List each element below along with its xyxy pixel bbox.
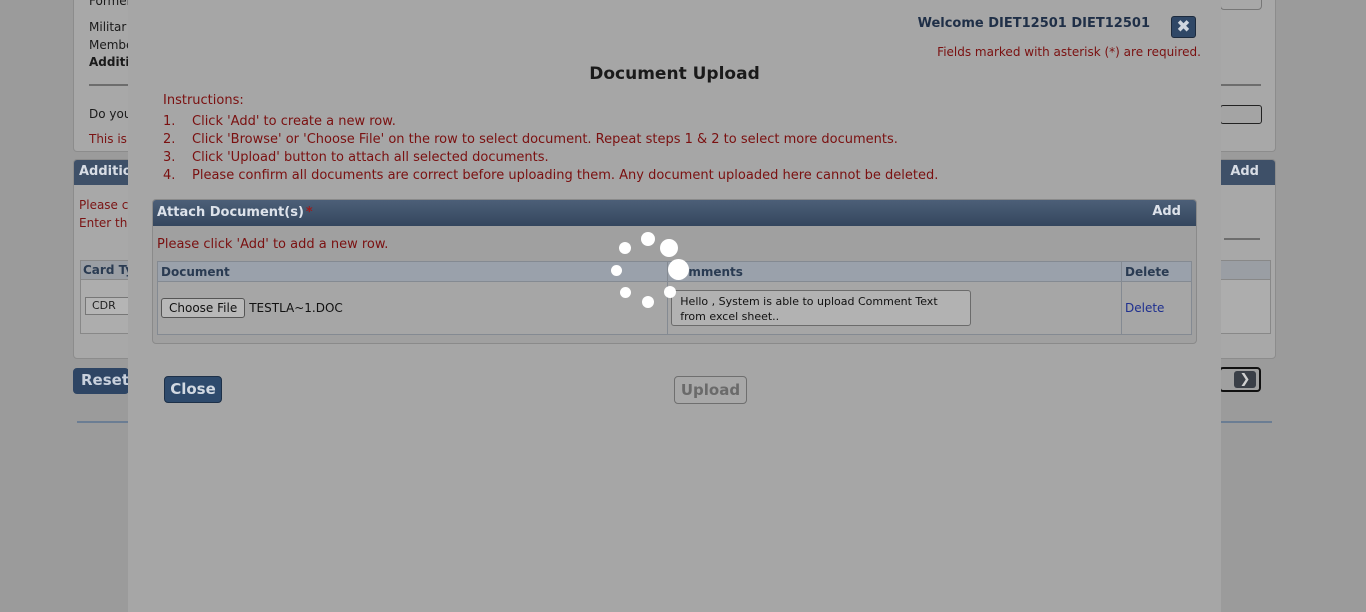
attach-documents-panel: Attach Document(s) * Add Please click 'Ad…	[152, 199, 1197, 344]
instruction-text: Click 'Upload' button to attach all sele…	[192, 150, 549, 165]
background-question: Do you	[89, 107, 132, 121]
background-dropdown	[1220, 0, 1262, 10]
instruction-number: 4.	[163, 168, 176, 183]
attach-documents-title: Attach Document(s) *	[157, 205, 313, 220]
attach-hint: Please click 'Add' to add a new row.	[157, 237, 389, 252]
background-next-nav: ❯	[1219, 367, 1261, 392]
modal-title: Document Upload	[589, 64, 760, 84]
table-row: Choose File TESTLA~1.DOC Hello , System i…	[156, 281, 1192, 335]
table-header-row: Document Comments Delete	[156, 261, 1192, 282]
page-scrollbar[interactable]	[1352, 0, 1366, 612]
column-delete: Delete	[1121, 261, 1192, 282]
background-line-additional: Additi	[89, 55, 130, 69]
upload-button[interactable]: Upload	[674, 376, 747, 404]
instruction-item: 1. Click 'Add' to create a new row.	[163, 114, 938, 132]
instruction-text: Click 'Add' to create a new row.	[192, 114, 396, 129]
comment-textarea[interactable]: Hello , System is able to upload Comment…	[671, 290, 972, 326]
column-comments: Comments	[667, 261, 1123, 282]
welcome-text: Welcome DIET12501 DIET12501	[917, 16, 1150, 31]
instruction-number: 2.	[163, 132, 176, 147]
choose-file-button[interactable]: Choose File	[161, 298, 246, 318]
background-input	[1220, 105, 1262, 124]
instruction-item: 2. Click 'Browse' or 'Choose File' on the…	[163, 132, 938, 150]
background-line-former: Former	[89, 0, 132, 8]
delete-cell: Delete	[1121, 281, 1192, 335]
close-icon[interactable]: ✖	[1171, 16, 1196, 38]
add-row-button[interactable]: Add	[1152, 204, 1181, 219]
delete-row-link[interactable]: Delete	[1125, 301, 1164, 315]
instruction-number: 1.	[163, 114, 176, 129]
document-cell: Choose File TESTLA~1.DOC	[156, 281, 669, 335]
background-hint-1: Please c	[79, 198, 129, 212]
column-document: Document	[156, 261, 669, 282]
close-button[interactable]: Close	[164, 376, 222, 403]
background-notice: This is	[89, 132, 127, 146]
instruction-number: 3.	[163, 150, 176, 165]
instructions-list: 1. Click 'Add' to create a new row. 2. Cli…	[163, 114, 938, 186]
selected-file-name: TESTLA~1.DOC	[249, 301, 343, 315]
background-line-military: Militar	[89, 20, 127, 34]
instruction-text: Please confirm all documents are correct…	[192, 168, 939, 183]
background-section-title: Additio	[79, 164, 132, 179]
required-asterisk: *	[305, 205, 313, 220]
background-reset-button: Reset	[73, 368, 129, 394]
chevron-right-icon: ❯	[1234, 371, 1256, 388]
instruction-item: 3. Click 'Upload' button to attach all se…	[163, 150, 938, 168]
background-table-header-text: Card Ty	[83, 263, 134, 277]
attach-title-text: Attach Document(s)	[157, 205, 304, 220]
instructions-label: Instructions:	[163, 93, 244, 108]
attachments-table: Document Comments Delete Choose File TEST…	[156, 261, 1192, 335]
document-upload-modal: Welcome DIET12501 DIET12501 ✖ Fields mar…	[128, 0, 1221, 612]
required-fields-note: Fields marked with asterisk (*) are requ…	[937, 45, 1201, 59]
background-hint-2: Enter th	[79, 216, 128, 230]
attach-documents-header: Attach Document(s) * Add	[153, 200, 1196, 226]
background-section-add: Add	[1230, 164, 1259, 179]
background-section-divider	[1224, 238, 1260, 240]
comment-cell: Hello , System is able to upload Comment…	[667, 281, 1123, 335]
instruction-item: 4. Please confirm all documents are corre…	[163, 168, 938, 186]
background-line-member: Membe	[89, 38, 134, 52]
instruction-text: Click 'Browse' or 'Choose File' on the r…	[192, 132, 898, 147]
